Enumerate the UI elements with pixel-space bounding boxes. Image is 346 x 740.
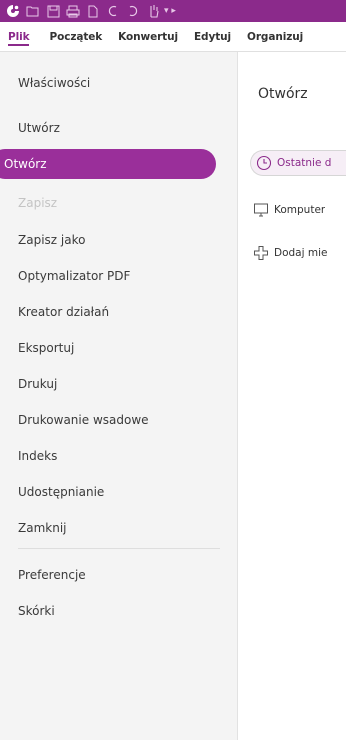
customize-toolbar-icon[interactable]: ▾ ▸ xyxy=(164,6,176,16)
menu-item-open[interactable]: Otwórz xyxy=(0,149,216,179)
open-option-computer[interactable]: Komputer xyxy=(252,197,325,223)
open-folder-icon[interactable] xyxy=(24,2,42,20)
open-option-label: Komputer xyxy=(274,204,326,216)
menu-item-pdf-optimizer[interactable]: Optymalizator PDF xyxy=(4,261,216,291)
backstage-menu: Właściwości Utwórz Otwórz Zapisz Zapisz … xyxy=(0,52,238,740)
ribbon-tabs: Plik Początek Konwertuj Edytuj Organizuj xyxy=(0,22,346,52)
open-option-label: Ostatnie d xyxy=(277,157,332,169)
tab-poczatek[interactable]: Początek xyxy=(49,22,102,51)
clock-icon xyxy=(255,154,273,172)
menu-item-properties[interactable]: Właściwości xyxy=(4,68,216,98)
tab-plik[interactable]: Plik xyxy=(8,22,30,51)
open-option-label: Dodaj mie xyxy=(274,247,328,259)
redo-icon[interactable] xyxy=(124,2,142,20)
tab-edytuj[interactable]: Edytuj xyxy=(194,22,231,51)
undo-icon[interactable] xyxy=(104,2,122,20)
menu-item-skins[interactable]: Skórki xyxy=(4,596,216,626)
menu-item-batch-print[interactable]: Drukowanie wsadowe xyxy=(4,405,216,435)
tab-konwertuj[interactable]: Konwertuj xyxy=(118,22,178,51)
menu-item-preferences[interactable]: Preferencje xyxy=(4,560,216,590)
menu-divider xyxy=(18,548,220,549)
menu-item-action-wizard[interactable]: Kreator działań xyxy=(4,297,216,327)
add-place-icon xyxy=(252,244,270,262)
menu-item-create[interactable]: Utwórz xyxy=(4,113,216,143)
quick-access-toolbar: ▾ ▸ xyxy=(0,0,346,22)
menu-item-save-as[interactable]: Zapisz jako xyxy=(4,225,216,255)
tab-organizuj[interactable]: Organizuj xyxy=(247,22,303,51)
page-title: Otwórz xyxy=(258,86,308,102)
save-icon[interactable] xyxy=(44,2,62,20)
hand-tool-icon[interactable] xyxy=(144,2,162,20)
menu-item-close[interactable]: Zamknij xyxy=(4,513,216,543)
open-option-add-place[interactable]: Dodaj mie xyxy=(252,240,327,266)
menu-item-share[interactable]: Udostępnianie xyxy=(4,477,216,507)
menu-item-save: Zapisz xyxy=(18,196,58,210)
print-icon[interactable] xyxy=(64,2,82,20)
app-logo-icon[interactable] xyxy=(4,2,22,20)
menu-item-index[interactable]: Indeks xyxy=(4,441,216,471)
computer-icon xyxy=(252,201,270,219)
new-document-icon[interactable] xyxy=(84,2,102,20)
open-option-recent[interactable]: Ostatnie d xyxy=(250,150,346,176)
menu-item-export[interactable]: Eksportuj xyxy=(4,333,216,363)
menu-item-print[interactable]: Drukuj xyxy=(4,369,216,399)
